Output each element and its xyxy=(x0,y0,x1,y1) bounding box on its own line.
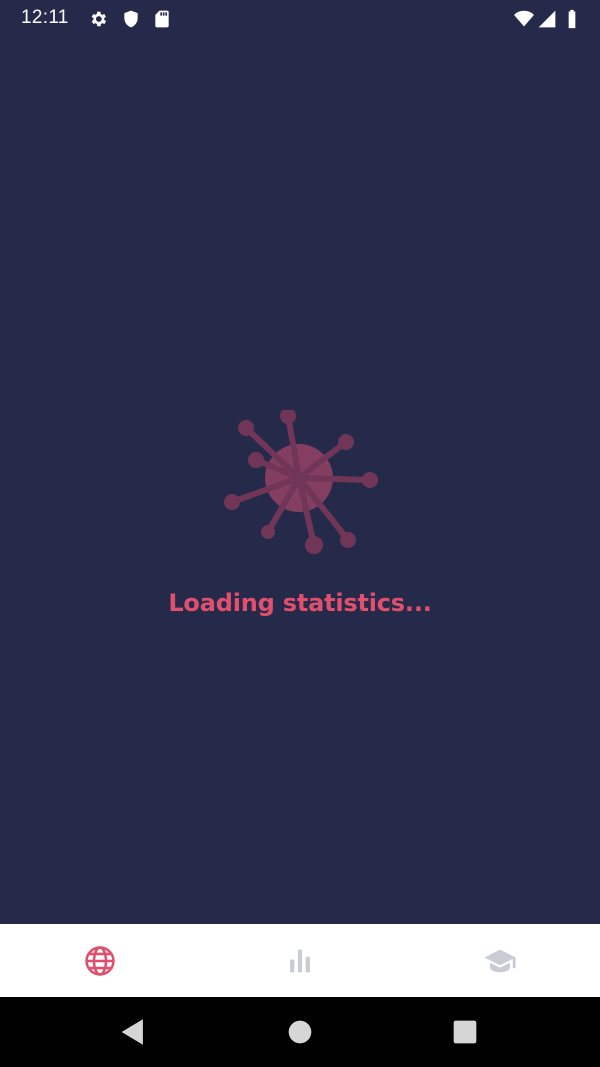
recents-icon[interactable] xyxy=(448,1015,482,1049)
loading-status-text: Loading statistics... xyxy=(168,589,432,617)
nav-tab-statistics[interactable] xyxy=(200,924,400,997)
globe-icon xyxy=(85,945,115,976)
nav-tab-world[interactable] xyxy=(0,924,200,997)
graduation-cap-icon xyxy=(484,949,516,972)
back-icon[interactable] xyxy=(116,1015,150,1049)
status-time: 12:11 xyxy=(21,7,69,28)
shield-icon xyxy=(121,9,141,29)
virus-icon xyxy=(224,410,378,556)
loading-screen: Loading statistics... xyxy=(0,36,600,923)
gear-icon xyxy=(88,9,108,29)
bar-chart-icon xyxy=(290,949,310,972)
system-navigation-bar xyxy=(0,997,600,1067)
status-bar: 12:11 xyxy=(0,0,600,36)
signal-icon xyxy=(537,9,557,29)
battery-icon xyxy=(565,9,579,29)
sd-card-icon xyxy=(152,9,172,29)
home-icon[interactable] xyxy=(283,1015,317,1049)
wifi-icon xyxy=(512,9,536,29)
bottom-navigation xyxy=(0,924,600,997)
nav-tab-learn[interactable] xyxy=(400,924,600,997)
